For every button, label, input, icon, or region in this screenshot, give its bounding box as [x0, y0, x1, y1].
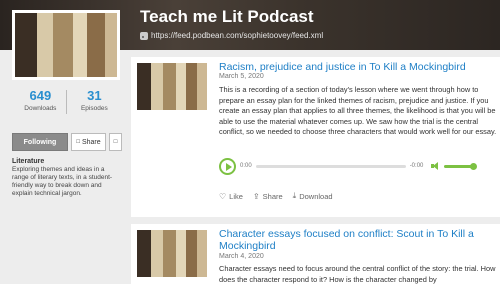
time-elapsed: 0:00 [240, 163, 252, 169]
episode-card: Character essays focused on conflict: Sc… [131, 224, 500, 284]
play-icon[interactable] [219, 157, 236, 175]
rss-icon [140, 31, 148, 40]
progress-track[interactable] [255, 164, 406, 168]
episode-share-button[interactable]: ⇪ Share [253, 191, 283, 201]
episode-thumbnail[interactable] [137, 63, 207, 110]
episodes-label: Episodes [80, 105, 108, 112]
downloads-label: Downloads [24, 105, 57, 112]
podcast-cover-image [12, 10, 120, 80]
volume-slider[interactable] [444, 162, 478, 170]
volume-icon[interactable] [431, 162, 440, 170]
feed-link[interactable]: https://feed.podbean.com/sophietoovey/fe… [140, 31, 323, 40]
share-button-label: Share [81, 138, 101, 146]
episodes-count: 31 [87, 88, 102, 103]
downloads-stat: 649 Downloads [24, 88, 56, 112]
feed-url[interactable]: https://feed.podbean.com/sophietoovey/fe… [151, 31, 323, 40]
about-text: Exploring themes and ideas in a range of… [12, 166, 113, 197]
follow-share-buttons: Following □ Share □ [12, 133, 122, 151]
heart-icon: ♡ [219, 191, 227, 201]
following-button[interactable]: Following [12, 133, 68, 151]
more-button[interactable]: □ [109, 133, 122, 151]
volume-knob[interactable] [470, 162, 478, 170]
audio-player: 0:00 -0:00 [219, 157, 489, 175]
share-button[interactable]: □ Share [71, 133, 106, 151]
like-button[interactable]: ♡ Like [219, 191, 243, 201]
episode-share-label: Share [262, 191, 283, 201]
like-label: Like [229, 191, 243, 201]
episode-actions: ♡ Like ⇪ Share ⤓ Download [219, 191, 333, 201]
share-icon: ⇪ [252, 191, 260, 201]
download-label: Download [299, 191, 333, 201]
episode-thumbnail[interactable] [137, 230, 207, 277]
episode-card: Racism, prejudice and justice in To Kill… [131, 57, 500, 217]
download-icon: ⤓ [292, 191, 297, 200]
more-box-icon: □ [113, 139, 118, 145]
stats-divider [66, 90, 67, 114]
episode-title-link[interactable]: Character essays focused on conflict: Sc… [219, 228, 499, 252]
downloads-count: 649 [29, 88, 52, 103]
episode-date: March 5, 2020 [219, 73, 264, 80]
episode-description: This is a recording of a section of toda… [219, 85, 497, 137]
episode-title-link[interactable]: Racism, prejudice and justice in To Kill… [219, 61, 499, 73]
episodes-stat: 31 Episodes [81, 88, 108, 112]
episode-description: Character essays need to focus around th… [219, 264, 496, 284]
episode-date: March 4, 2020 [219, 253, 264, 260]
podcast-title: Teach me Lit Podcast [140, 7, 314, 26]
time-remaining: -0:00 [409, 163, 424, 169]
download-button[interactable]: ⤓ Download [293, 191, 333, 201]
share-box-icon: □ [76, 139, 80, 145]
about-title: Literature [12, 158, 45, 165]
